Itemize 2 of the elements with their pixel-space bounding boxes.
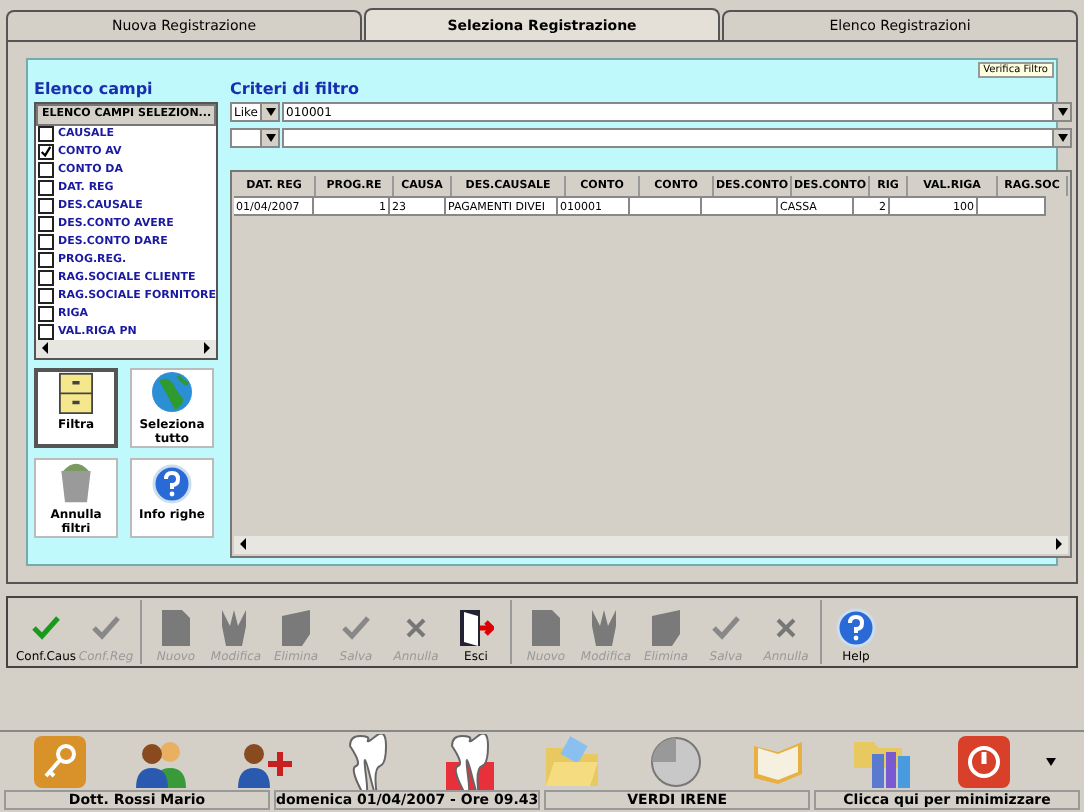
section-title: Criteri di filtro (230, 80, 361, 102)
section-title: Elenco campi (34, 80, 155, 102)
